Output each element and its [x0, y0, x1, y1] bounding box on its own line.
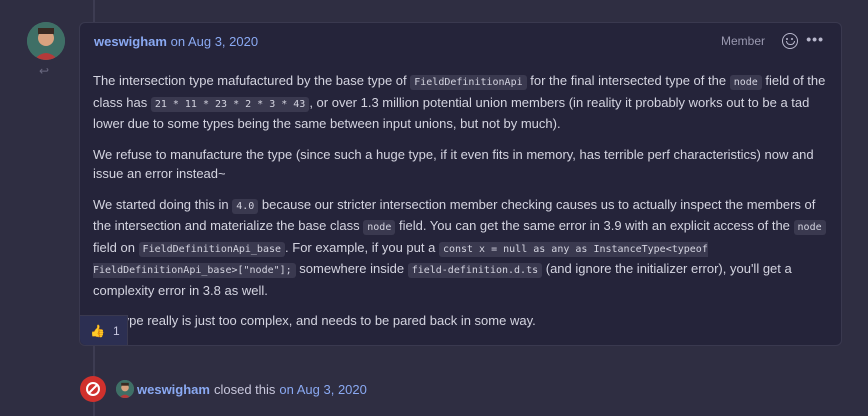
inline-code: field-definition.d.ts [407, 263, 543, 278]
event-text: closed this [213, 381, 276, 397]
event-date[interactable]: on Aug 3, 2020 [279, 382, 366, 397]
comment-header: weswigham on Aug 3, 2020 [94, 34, 258, 49]
paragraph-3: We started doing this in 4.0 because our… [93, 195, 833, 301]
smiley-icon[interactable] [782, 33, 798, 49]
paragraph-4: The type really is just too complex, and… [93, 313, 536, 328]
inline-code: node [363, 220, 396, 235]
closed-icon [80, 376, 106, 402]
event-author-link[interactable]: weswigham [137, 382, 210, 397]
comment-card: weswigham on Aug 3, 2020 Member ••• The … [79, 22, 842, 346]
inline-code: 21 * 11 * 23 * 2 * 3 * 43 [150, 96, 310, 112]
inline-code: FieldDefinitionApi [410, 75, 527, 90]
inline-code: FieldDefinitionApi_base [138, 241, 286, 257]
paragraph-2: We refuse to manufacture the type (since… [93, 146, 814, 182]
avatar[interactable] [27, 22, 65, 60]
reaction-count: 1 [112, 323, 120, 338]
paragraph-1: The intersection type mafufactured by th… [93, 73, 826, 131]
inline-code: node [729, 75, 762, 90]
closed-event: weswigham closed this on Aug 3, 2020 [80, 376, 367, 402]
event-avatar[interactable] [116, 380, 134, 398]
inline-code: node [793, 220, 826, 235]
comment-body: The intersection type mafufactured by th… [93, 71, 833, 342]
inline-code: 4.0 [232, 198, 259, 214]
thumbs-up-reaction[interactable]: 👍 1 [80, 315, 128, 345]
reply-icon[interactable]: ↩ [39, 64, 49, 78]
more-options-icon[interactable]: ••• [806, 32, 824, 46]
comment-date[interactable]: on Aug 3, 2020 [171, 34, 258, 49]
author-link[interactable]: weswigham [94, 34, 167, 49]
thumbs-up-icon: 👍 [90, 323, 105, 338]
member-badge: Member [720, 34, 765, 48]
